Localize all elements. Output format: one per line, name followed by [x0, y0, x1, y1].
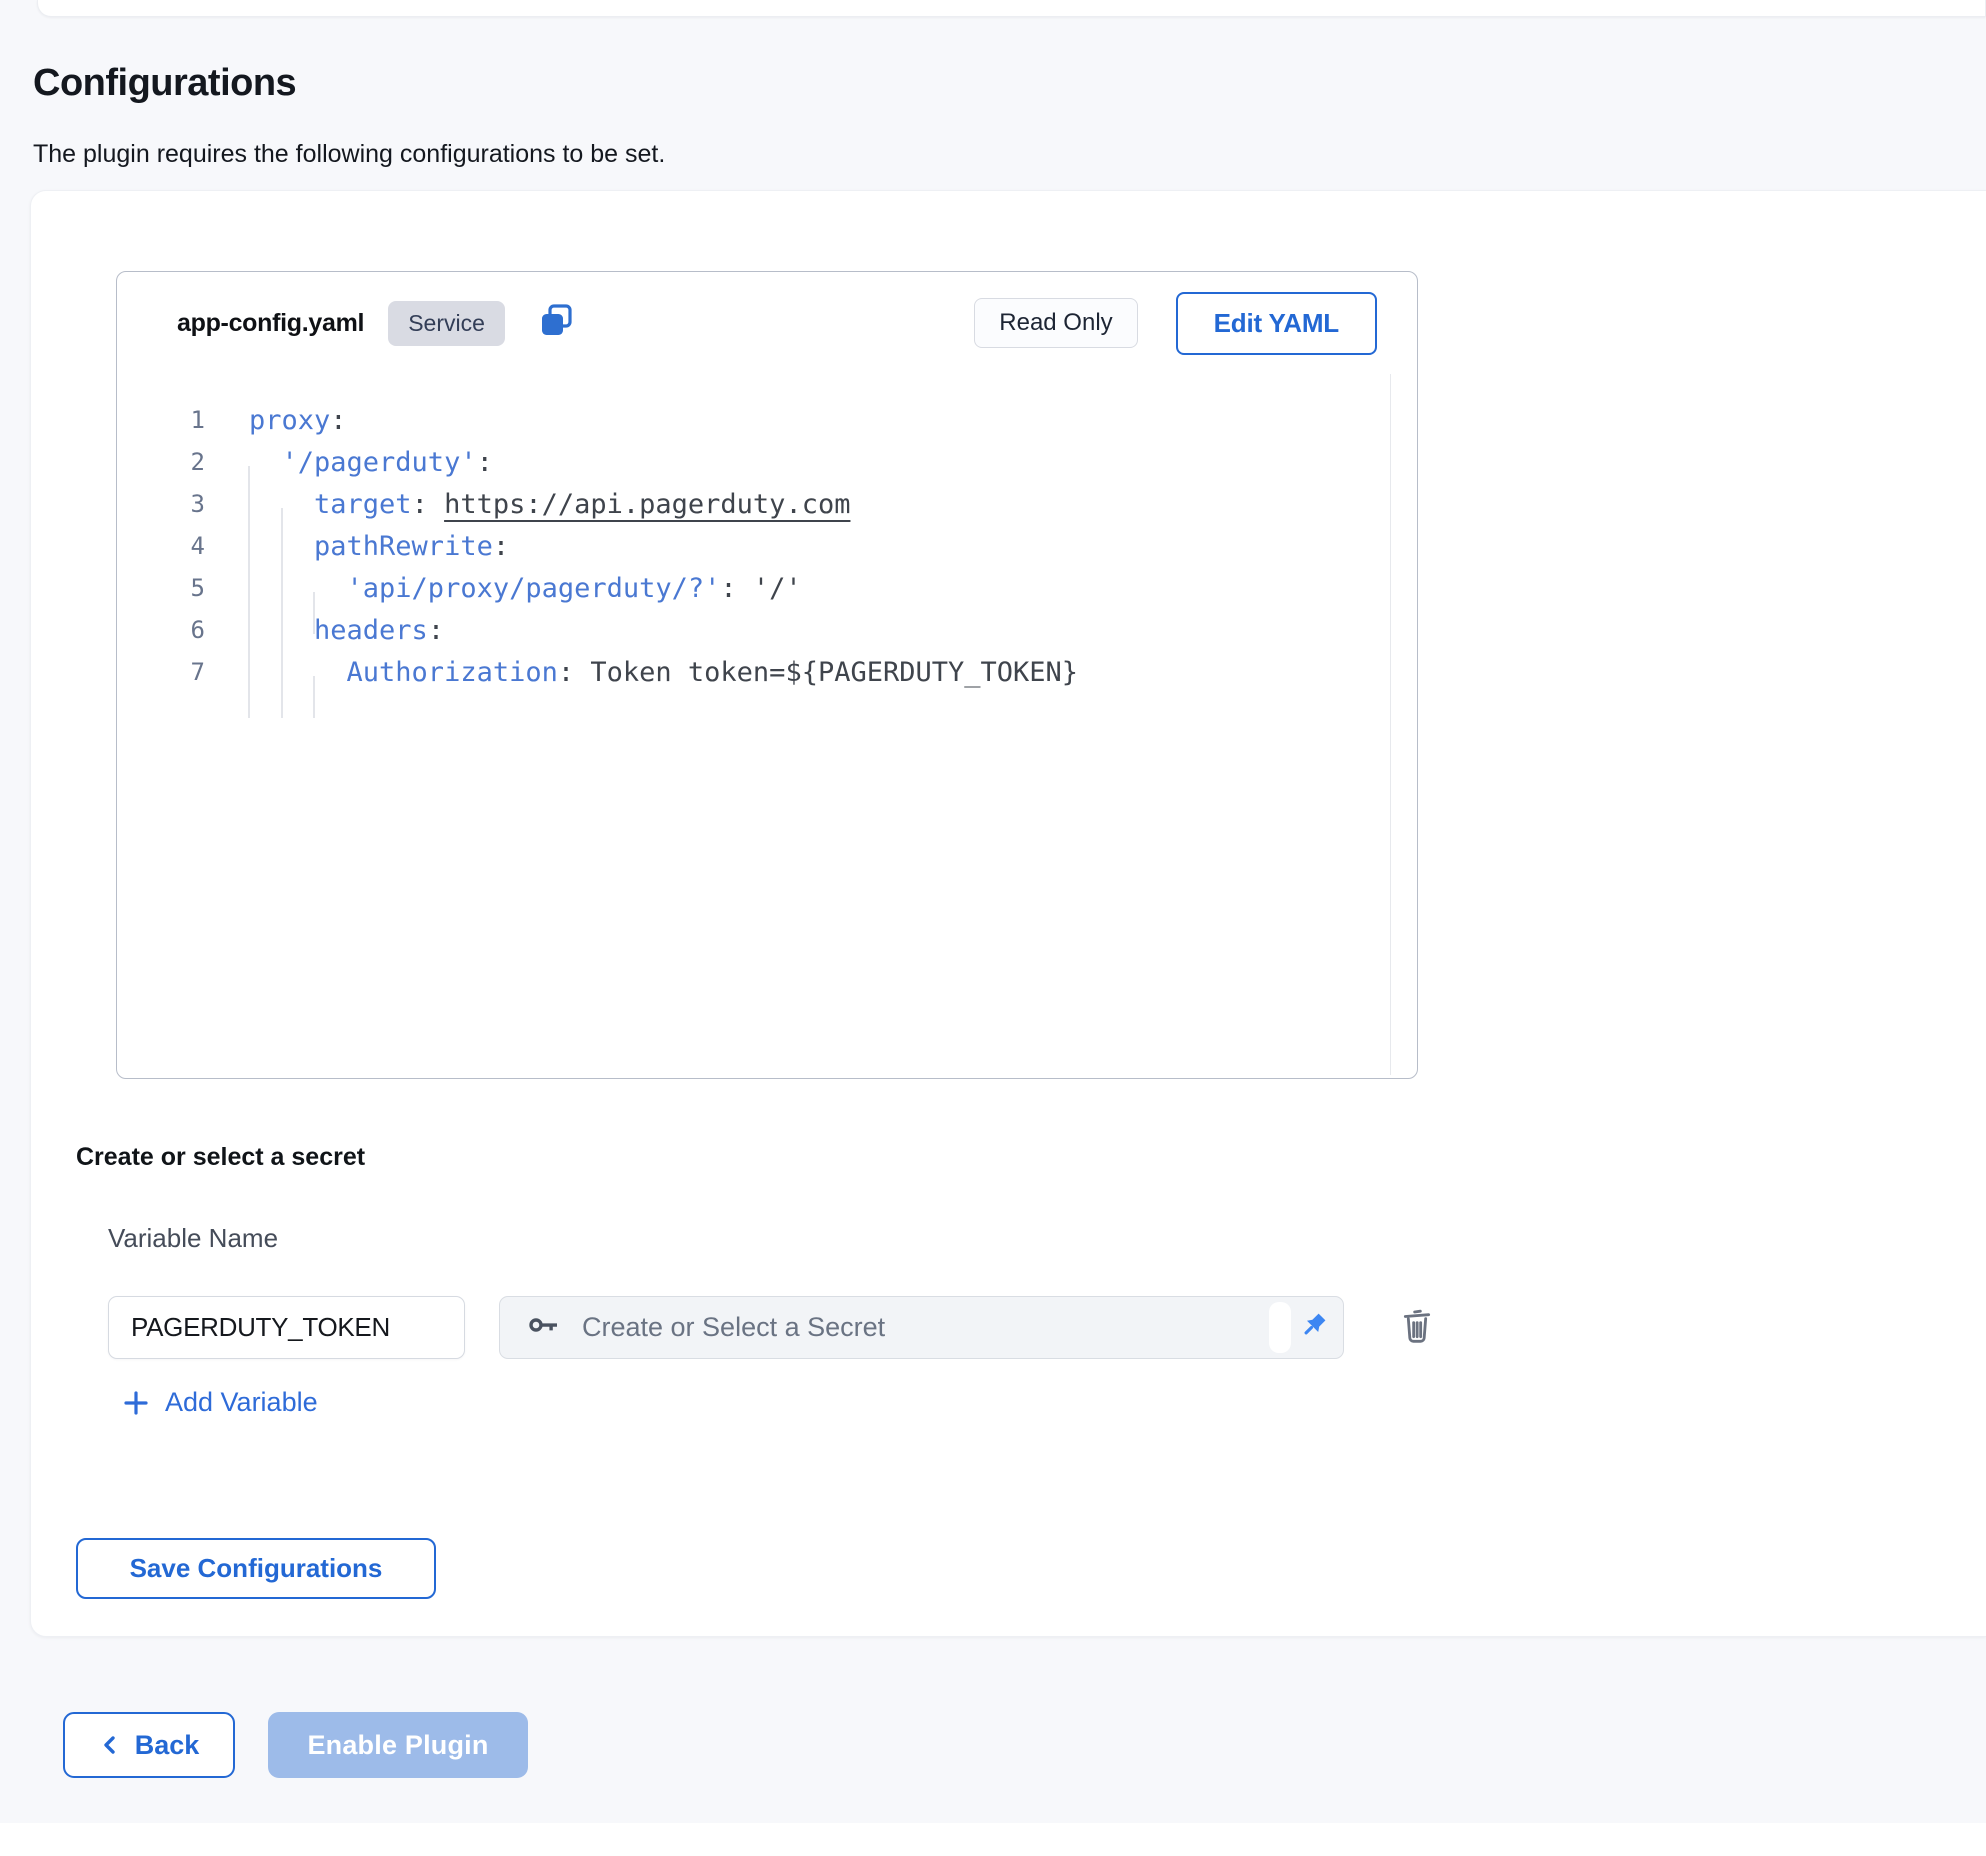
plugin-configuration-page: Configurations The plugin requires the f… — [0, 0, 1986, 1856]
chevron-left-icon — [99, 1733, 123, 1757]
page-title: Configurations — [33, 62, 296, 105]
code-line: 7 Authorization: Token token=${PAGERDUTY… — [117, 651, 1417, 693]
pin-button[interactable] — [1293, 1297, 1333, 1358]
yaml-editor-card: app-config.yaml Service Read Only Edit Y… — [116, 271, 1418, 1079]
line-number: 3 — [117, 490, 205, 518]
previous-section-card-edge — [37, 0, 1986, 17]
code-line: 1 proxy: — [117, 399, 1417, 441]
secret-select[interactable]: Create or Select a Secret — [499, 1296, 1344, 1359]
add-variable-button[interactable]: Add Variable — [121, 1387, 318, 1418]
plus-icon — [121, 1388, 151, 1418]
editor-scrollbar-track — [1390, 374, 1391, 1075]
line-number: 7 — [117, 658, 205, 686]
variable-name-label: Variable Name — [108, 1223, 278, 1254]
copy-icon — [535, 301, 577, 346]
code-text: proxy: — [249, 405, 347, 436]
line-number: 4 — [117, 532, 205, 560]
indent-guide — [281, 508, 283, 718]
secret-select-placeholder: Create or Select a Secret — [582, 1312, 885, 1343]
line-number: 2 — [117, 448, 205, 476]
configurations-card: app-config.yaml Service Read Only Edit Y… — [30, 190, 1986, 1637]
trash-icon — [1397, 1304, 1437, 1351]
code-text: 'api/proxy/pagerduty/?': '/' — [249, 573, 802, 604]
enable-plugin-button[interactable]: Enable Plugin — [268, 1712, 528, 1778]
variable-name-input[interactable] — [108, 1296, 465, 1359]
select-scroll-strip — [1269, 1302, 1291, 1353]
code-text: headers: — [249, 615, 444, 646]
read-only-badge: Read Only — [974, 298, 1137, 348]
indent-guide — [248, 466, 250, 718]
indent-guide — [313, 676, 315, 718]
service-badge: Service — [388, 301, 505, 346]
copy-button[interactable] — [535, 302, 577, 344]
line-number: 5 — [117, 574, 205, 602]
back-button[interactable]: Back — [63, 1712, 235, 1778]
secret-section-heading: Create or select a secret — [76, 1143, 365, 1172]
code-line: 6 headers: — [117, 609, 1417, 651]
delete-variable-button[interactable] — [1393, 1303, 1441, 1351]
code-line: 3 target: https://api.pagerduty.com — [117, 483, 1417, 525]
add-variable-label: Add Variable — [165, 1387, 318, 1418]
code-text: pathRewrite: — [249, 531, 509, 562]
key-icon — [526, 1307, 562, 1348]
line-number: 1 — [117, 406, 205, 434]
back-button-label: Back — [135, 1730, 200, 1761]
pushpin-icon — [1296, 1309, 1330, 1346]
code-line: 5 'api/proxy/pagerduty/?': '/' — [117, 567, 1417, 609]
next-section-card-edge — [0, 1823, 1986, 1856]
code-line: 4 pathRewrite: — [117, 525, 1417, 567]
code-line: 2 '/pagerduty': — [117, 441, 1417, 483]
filename-label: app-config.yaml — [177, 309, 364, 338]
yaml-editor-header: app-config.yaml Service Read Only Edit Y… — [117, 272, 1417, 374]
edit-yaml-button[interactable]: Edit YAML — [1176, 292, 1377, 355]
code-text: Authorization: Token token=${PAGERDUTY_T… — [249, 657, 1078, 688]
code-text: '/pagerduty': — [249, 447, 493, 478]
code-text: target: https://api.pagerduty.com — [249, 489, 850, 520]
indent-guide — [313, 592, 315, 634]
page-subtitle: The plugin requires the following config… — [33, 140, 665, 169]
line-number: 6 — [117, 616, 205, 644]
save-configurations-button[interactable]: Save Configurations — [76, 1538, 436, 1599]
code-viewer: 1 proxy: 2 '/pagerduty': 3 target: https… — [117, 374, 1417, 1078]
